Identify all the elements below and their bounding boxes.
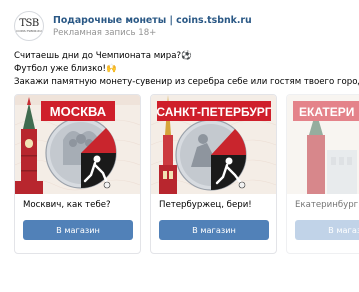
card-banner-text: САНКТ-ПЕТЕРБУРГ xyxy=(156,105,271,119)
shop-button[interactable]: В магазин xyxy=(295,220,359,240)
post-line: Считаешь дни до Чемпионата мира?⚽ xyxy=(14,51,192,61)
avatar-monogram: TSB xyxy=(19,18,39,29)
post-line: Футбол уже близко!🙌 xyxy=(14,64,117,74)
card-image-moscow: МОСКВА xyxy=(15,95,140,194)
carousel-card-moscow[interactable]: МОСКВА Москвич, как тебе? В магазин xyxy=(14,94,141,254)
card-banner-text: ЕКАТЕРИ xyxy=(299,105,354,119)
card-banner-text: МОСКВА xyxy=(50,104,107,119)
avatar[interactable]: TSB COINS.TSBNK.RU xyxy=(14,11,44,41)
shop-button[interactable]: В магазин xyxy=(159,220,269,240)
post-header: TSB COINS.TSBNK.RU Подарочные монеты | c… xyxy=(14,11,252,41)
card-caption: Петербуржец, бери! xyxy=(159,200,252,210)
post-text: Считаешь дни до Чемпионата мира?⚽ Футбол… xyxy=(14,50,359,89)
carousel-card-spb[interactable]: САНКТ-ПЕТЕРБУРГ Петербуржец, бери! В маг… xyxy=(150,94,277,254)
shop-button[interactable]: В магазин xyxy=(23,220,133,240)
post-line: Закажи памятную монету-сувенир из серебр… xyxy=(14,77,359,87)
ad-post: TSB COINS.TSBNK.RU Подарочные монеты | c… xyxy=(0,0,359,292)
avatar-caption: COINS.TSBNK.RU xyxy=(16,29,42,33)
card-image-ekb: ЕКАТЕРИ xyxy=(287,95,359,194)
card-image-spb: САНКТ-ПЕТЕРБУРГ xyxy=(151,95,276,194)
carousel-card-ekb[interactable]: ЕКАТЕРИ Екатеринбург, д В магазин xyxy=(286,94,359,254)
author-link[interactable]: Подарочные монеты | coins.tsbnk.ru xyxy=(53,14,252,27)
card-caption: Екатеринбург, д xyxy=(295,200,359,210)
carousel: МОСКВА Москвич, как тебе? В магазин САНК… xyxy=(14,94,359,292)
promo-label: Рекламная запись 18+ xyxy=(53,27,157,38)
card-caption: Москвич, как тебе? xyxy=(23,200,111,210)
post-meta: Подарочные монеты | coins.tsbnk.ru Рекла… xyxy=(53,14,252,39)
